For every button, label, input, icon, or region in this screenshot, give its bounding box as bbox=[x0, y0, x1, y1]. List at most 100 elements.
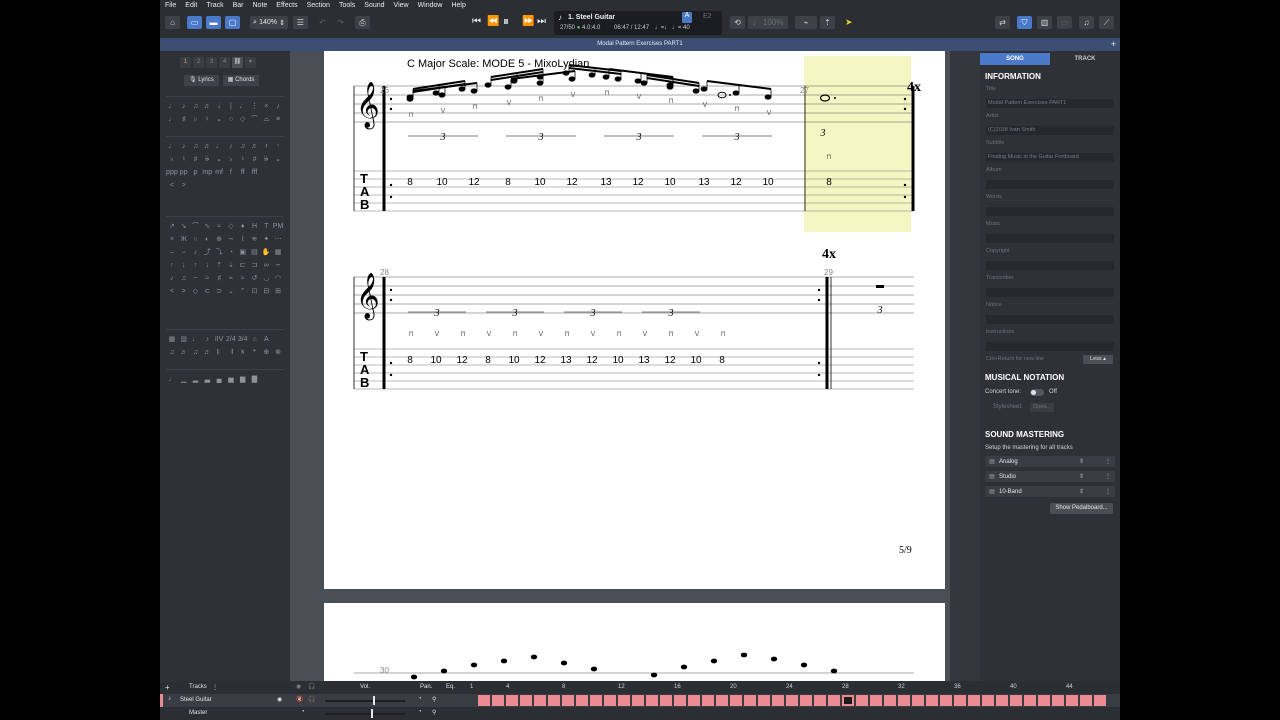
automation-tool-icon[interactable]: ▆ bbox=[237, 375, 249, 384]
effect-tool-icon[interactable]: × bbox=[166, 235, 178, 244]
document-title[interactable]: Modal Pattern Exercises PART1 bbox=[597, 41, 682, 47]
bar-cell[interactable] bbox=[954, 695, 966, 706]
more-icon[interactable]: ⋮ bbox=[1105, 488, 1115, 495]
bar-cell[interactable] bbox=[590, 695, 602, 706]
note-tool-icon[interactable]: ⌒ bbox=[249, 115, 261, 124]
pause-icon[interactable]: ⏸ bbox=[503, 14, 509, 29]
mastering-10band[interactable]: ▤ 10-Band ⇕ ⋮ bbox=[985, 486, 1115, 497]
effect-tool-icon[interactable]: ↑ bbox=[190, 261, 202, 270]
effect-tool-icon[interactable]: ↑ bbox=[166, 261, 178, 270]
undo-icon[interactable]: ↶ bbox=[315, 16, 330, 29]
master-pan-knob-icon[interactable]: ◔ bbox=[418, 709, 422, 715]
effect-tool-icon[interactable]: ♪ bbox=[166, 274, 178, 283]
bar-tool-icon[interactable]: ♫ bbox=[166, 348, 178, 357]
zoom-select[interactable]: ⌕ 140% ⇕ bbox=[250, 16, 288, 29]
note-tool-icon[interactable]: ♯ bbox=[178, 115, 190, 124]
note-tool-icon[interactable]: ◇ bbox=[237, 115, 249, 124]
bar-cell[interactable] bbox=[1024, 695, 1036, 706]
rewind-icon[interactable]: ⏪ bbox=[487, 16, 499, 27]
effect-tool-icon[interactable]: ⌇ bbox=[237, 235, 249, 244]
effect-tool-icon[interactable]: ⊞ bbox=[272, 287, 284, 296]
bar-cell[interactable] bbox=[576, 695, 588, 706]
bar-tool-icon[interactable]: 3/4 bbox=[237, 335, 249, 344]
menu-tools[interactable]: Tools bbox=[339, 2, 355, 9]
guitar-view-icon[interactable]: ⟋ bbox=[1099, 16, 1114, 29]
track-row-master[interactable]: Master ◔ ◔ ⚲ bbox=[160, 707, 1120, 720]
dynamic-tool-icon[interactable] bbox=[272, 168, 284, 177]
eq-knob-icon[interactable]: ⚲ bbox=[432, 696, 436, 703]
menu-note[interactable]: Note bbox=[253, 2, 268, 9]
bar-cell[interactable] bbox=[926, 695, 938, 706]
bar-tool-icon[interactable]: ♬ bbox=[201, 348, 213, 357]
effect-tool-icon[interactable]: Ж bbox=[178, 235, 190, 244]
show-pedalboard-button[interactable]: Show Pedalboard... bbox=[1050, 503, 1113, 514]
effect-tool-icon[interactable]: ⇡ bbox=[213, 261, 225, 270]
eye-icon[interactable]: ◉ bbox=[277, 696, 282, 703]
bar-cell[interactable] bbox=[618, 695, 630, 706]
effect-tool-icon[interactable]: ◇ bbox=[225, 222, 237, 231]
menu-view[interactable]: View bbox=[394, 2, 409, 9]
note-tool-icon[interactable]: ♪ bbox=[272, 102, 284, 111]
multitrack-icon[interactable]: ☰ bbox=[293, 16, 308, 29]
page-view-icon[interactable]: ▭ bbox=[187, 16, 202, 29]
bar-cell[interactable] bbox=[982, 695, 994, 706]
dynamic-tool-icon[interactable]: fff bbox=[249, 168, 261, 177]
instructions-field[interactable] bbox=[986, 342, 1114, 351]
effect-tool-icon[interactable]: ⊡ bbox=[249, 287, 261, 296]
dynamic-tool-icon[interactable]: ff bbox=[237, 168, 249, 177]
effect-tool-icon[interactable]: ⊂ bbox=[201, 287, 213, 296]
effect-tool-icon[interactable]: ⊃ bbox=[213, 287, 225, 296]
bar-cell[interactable] bbox=[520, 695, 532, 706]
menu-help[interactable]: Help bbox=[451, 2, 465, 9]
automation-tool-icon[interactable]: ▇ bbox=[249, 375, 261, 384]
bar-tool-icon[interactable]: ⊕ bbox=[260, 348, 272, 357]
concert-tone-toggle[interactable] bbox=[1030, 389, 1044, 396]
bar-cell[interactable] bbox=[800, 695, 812, 706]
dynamic-tool-icon[interactable]: p bbox=[190, 168, 202, 177]
voice-tab-3[interactable]: 3 bbox=[206, 57, 217, 68]
automation-tool-icon[interactable]: ▅ bbox=[225, 375, 237, 384]
effect-tool-icon[interactable]: ◔ bbox=[225, 248, 237, 257]
effect-tool-icon[interactable]: ⊐ bbox=[249, 261, 261, 270]
effect-tool-icon[interactable]: ⤵ bbox=[213, 248, 225, 257]
effect-tool-icon[interactable]: ∞ bbox=[260, 261, 272, 270]
bar-cell[interactable] bbox=[534, 695, 546, 706]
bar-cell[interactable] bbox=[856, 695, 868, 706]
timeline-ruler[interactable]: 1 4 8 12 16 20 24 28 32 36 40 44 bbox=[466, 684, 1116, 694]
bar-cell[interactable] bbox=[660, 695, 672, 706]
track-name[interactable]: Steel Guitar bbox=[180, 697, 212, 703]
arrows-icon[interactable]: ⇄ bbox=[995, 16, 1010, 29]
rhythm-tool-icon[interactable]: 𝄽 bbox=[260, 142, 272, 151]
effect-tool-icon[interactable]: ⌢ bbox=[166, 248, 178, 257]
voice-tab-2[interactable]: 2 bbox=[193, 57, 204, 68]
rhythm-tool-icon[interactable]: ♭ bbox=[225, 155, 237, 164]
rhythm-tool-icon[interactable]: ♩ bbox=[213, 142, 225, 151]
link-icon[interactable]: ⛓ bbox=[232, 57, 243, 68]
effect-tool-icon[interactable]: ⊏ bbox=[237, 261, 249, 270]
automation-tool-icon[interactable]: ▂ bbox=[190, 375, 202, 384]
effect-tool-icon[interactable]: ⤴ bbox=[201, 248, 213, 257]
rhythm-tool-icon[interactable]: 𝄪 bbox=[272, 155, 284, 164]
note-tool-icon[interactable]: | bbox=[225, 102, 237, 111]
menu-effects[interactable]: Effects bbox=[276, 2, 297, 9]
bar-cell[interactable] bbox=[744, 695, 756, 706]
menu-window[interactable]: Window bbox=[418, 2, 443, 9]
master-volume-handle[interactable] bbox=[371, 709, 373, 718]
metronome-icon[interactable]: ⌁ bbox=[795, 16, 817, 29]
note-tool-icon[interactable]: ♩ bbox=[166, 115, 178, 124]
effect-tool-icon[interactable]: ∽ bbox=[272, 261, 284, 270]
note-tool-icon[interactable]: ♮ bbox=[201, 115, 213, 124]
bar-cell[interactable] bbox=[898, 695, 910, 706]
effect-tool-icon[interactable]: ◐ bbox=[201, 235, 213, 244]
loop-icon[interactable]: ⟲ bbox=[730, 16, 745, 29]
effect-tool-icon[interactable]: > bbox=[178, 287, 190, 296]
mastering-analog[interactable]: ▤ Analog ⇕ ⋮ bbox=[985, 456, 1115, 467]
screen-view-icon[interactable]: ▢ bbox=[225, 16, 240, 29]
rhythm-tool-icon[interactable]: 𝄫 bbox=[201, 155, 213, 164]
note-tool-icon[interactable]: 𝅗𝅥 bbox=[213, 102, 225, 111]
tab-song[interactable]: SONG bbox=[980, 53, 1050, 65]
transcriber-field[interactable] bbox=[986, 288, 1114, 297]
rhythm-tool-icon[interactable]: ♮ bbox=[178, 155, 190, 164]
note-tool-icon[interactable]: ♩ bbox=[237, 102, 249, 111]
dynamic-tool-icon[interactable]: f bbox=[225, 168, 237, 177]
